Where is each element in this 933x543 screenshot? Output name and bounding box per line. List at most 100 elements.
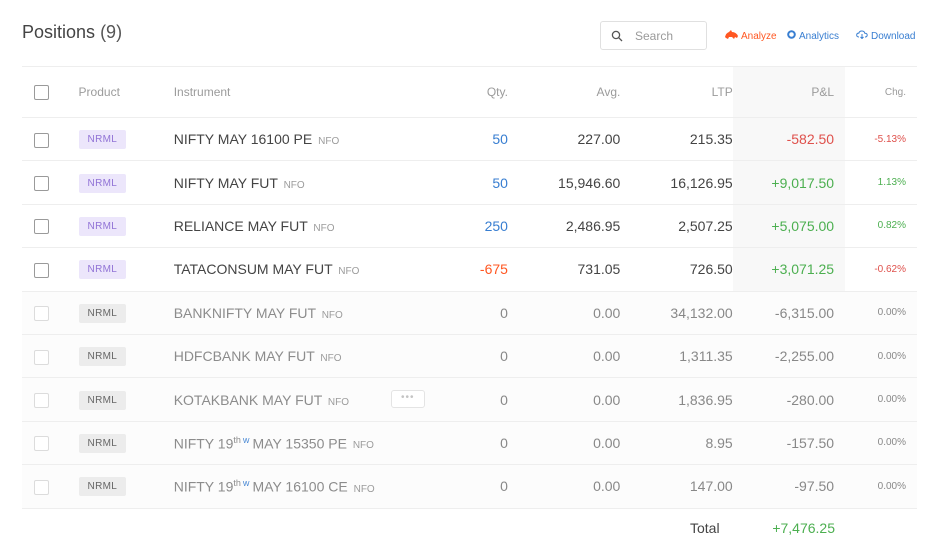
chg-cell: -5.13% (874, 133, 906, 145)
exchange-label: NFO (283, 179, 305, 191)
exchange-label: NFO (318, 136, 340, 148)
instrument-cell: BANKNIFTY MAY FUT NFO (162, 291, 409, 334)
analyze-button[interactable]: Analyze (725, 30, 777, 42)
total-pnl-value: +7,476.25 (772, 520, 835, 536)
product-cell: NRML (67, 421, 162, 464)
avg-cell: 0.00 (593, 304, 621, 321)
ltp-cell: 8.95 (705, 434, 733, 451)
product-cell: NRML (67, 465, 162, 508)
search-input[interactable] (635, 28, 705, 43)
exchange-label: NFO (321, 309, 343, 321)
product-badge: NRML (78, 433, 127, 453)
product-cell: NRML (67, 334, 162, 377)
column-header-qty[interactable]: Qty. (409, 67, 508, 118)
table-header-row: Product Instrument Qty. Avg. LTP P&L Chg… (22, 66, 917, 118)
pnl-cell: -280.00 (732, 377, 846, 422)
chg-cell: 1.13% (877, 177, 906, 189)
weekly-expiry-badge: W (242, 437, 250, 445)
pnl-cell: +9,017.50 (732, 160, 846, 205)
row-checkbox[interactable] (34, 262, 49, 278)
product-cell: NRML (67, 248, 162, 291)
column-header-ltp[interactable]: LTP (620, 67, 733, 118)
search-box[interactable] (600, 21, 707, 50)
pnl-cell: -6,315.00 (732, 291, 846, 335)
row-checkbox[interactable] (34, 392, 49, 408)
instrument-name: TATACONSUM MAY FUT (173, 261, 333, 278)
column-header-instrument[interactable]: Instrument (162, 67, 409, 118)
instrument-cell: NIFTY 19th W MAY 15350 PE NFO (162, 421, 409, 464)
row-select-cell (22, 378, 67, 421)
exchange-label: NFO (320, 353, 342, 365)
instrument-cell: KOTAKBANK MAY FUT NFO ••• (162, 378, 425, 421)
row-select-cell (22, 465, 67, 508)
column-header-pnl[interactable]: P&L (732, 66, 846, 118)
total-label: Total (690, 520, 720, 536)
table-row[interactable]: NRML NIFTY MAY FUT NFO 50 15,946.60 16,1… (22, 160, 917, 205)
exchange-label: NFO (313, 222, 335, 234)
table-row[interactable]: NRML KOTAKBANK MAY FUT NFO ••• 0 0.00 1,8… (22, 377, 917, 422)
product-badge: NRML (78, 303, 127, 323)
product-badge: NRML (78, 390, 127, 410)
avg-cell: 227.00 (577, 131, 621, 148)
ltp-cell: 16,126.95 (670, 174, 733, 191)
weekly-expiry-badge: W (242, 480, 250, 488)
chg-cell: 0.00% (877, 437, 906, 449)
product-cell: NRML (67, 118, 162, 161)
product-badge: NRML (78, 216, 127, 236)
row-select-cell (22, 291, 67, 334)
table-row[interactable]: NRML HDFCBANK MAY FUT NFO 0 0.00 1,311.3… (22, 334, 917, 378)
row-checkbox[interactable] (34, 219, 49, 235)
ordinal-suffix: th (233, 477, 241, 488)
product-cell: NRML (67, 161, 162, 204)
pnl-cell: -157.50 (732, 421, 846, 465)
positions-count: (9) (100, 22, 123, 42)
instrument-name: NIFTY MAY 16100 PE (173, 131, 313, 148)
row-checkbox[interactable] (34, 175, 49, 191)
column-header-avg[interactable]: Avg. (508, 67, 621, 118)
search-icon (611, 30, 623, 42)
analytics-button[interactable]: Analytics (787, 30, 839, 42)
chg-cell: 0.00% (877, 307, 906, 319)
exchange-label: NFO (327, 396, 350, 408)
row-checkbox[interactable] (34, 436, 49, 452)
pnl-cell: -2,255.00 (732, 334, 846, 378)
table-row[interactable]: NRML RELIANCE MAY FUT NFO 250 2,486.95 2… (22, 204, 917, 248)
table-row[interactable]: NRML NIFTY 19th W MAY 15350 PE NFO 0 0.00 … (22, 421, 917, 465)
row-options-button[interactable]: ••• (390, 390, 425, 409)
product-badge: NRML (78, 130, 127, 150)
exchange-label: NFO (338, 266, 360, 278)
instrument-cell: NIFTY MAY FUT NFO (162, 161, 409, 204)
column-header-chg[interactable]: Chg. (845, 67, 917, 118)
ltp-cell: 215.35 (689, 131, 733, 148)
chg-cell: 0.82% (877, 220, 906, 232)
qty-cell: 0 (500, 478, 508, 495)
select-all-checkbox[interactable] (34, 84, 49, 100)
row-checkbox[interactable] (34, 132, 49, 148)
column-header-product[interactable]: Product (67, 67, 162, 118)
qty-cell: 50 (492, 174, 508, 191)
instrument-name-suffix: MAY 15350 PE (252, 435, 347, 452)
row-checkbox[interactable] (34, 306, 49, 322)
avg-cell: 15,946.60 (558, 174, 621, 191)
product-cell: NRML (67, 378, 162, 421)
row-checkbox[interactable] (34, 349, 49, 365)
table-row[interactable]: NRML NIFTY MAY 16100 PE NFO 50 227.00 21… (22, 117, 917, 161)
product-badge: NRML (78, 173, 127, 193)
ltp-cell: 34,132.00 (670, 304, 733, 321)
table-row[interactable]: NRML BANKNIFTY MAY FUT NFO 0 0.00 34,132… (22, 291, 917, 335)
row-checkbox[interactable] (34, 479, 49, 495)
chg-cell: 0.00% (877, 480, 906, 492)
instrument-name-suffix: MAY 16100 CE (252, 478, 348, 495)
download-button[interactable]: Download (856, 30, 915, 42)
ltp-cell: 1,311.35 (679, 348, 733, 365)
download-label: Download (871, 30, 916, 42)
table-row[interactable]: NRML TATACONSUM MAY FUT NFO -675 731.05 … (22, 247, 917, 292)
instrument-name-prefix: NIFTY 19 (173, 478, 234, 495)
analytics-icon (787, 30, 796, 42)
chg-cell: 0.00% (877, 350, 906, 362)
row-select-cell (22, 334, 67, 377)
product-badge: NRML (78, 347, 127, 367)
table-row[interactable]: NRML NIFTY 19th W MAY 16100 CE NFO 0 0.00 … (22, 464, 917, 509)
instrument-name: RELIANCE MAY FUT (173, 217, 308, 234)
analyze-label: Analyze (741, 30, 777, 42)
